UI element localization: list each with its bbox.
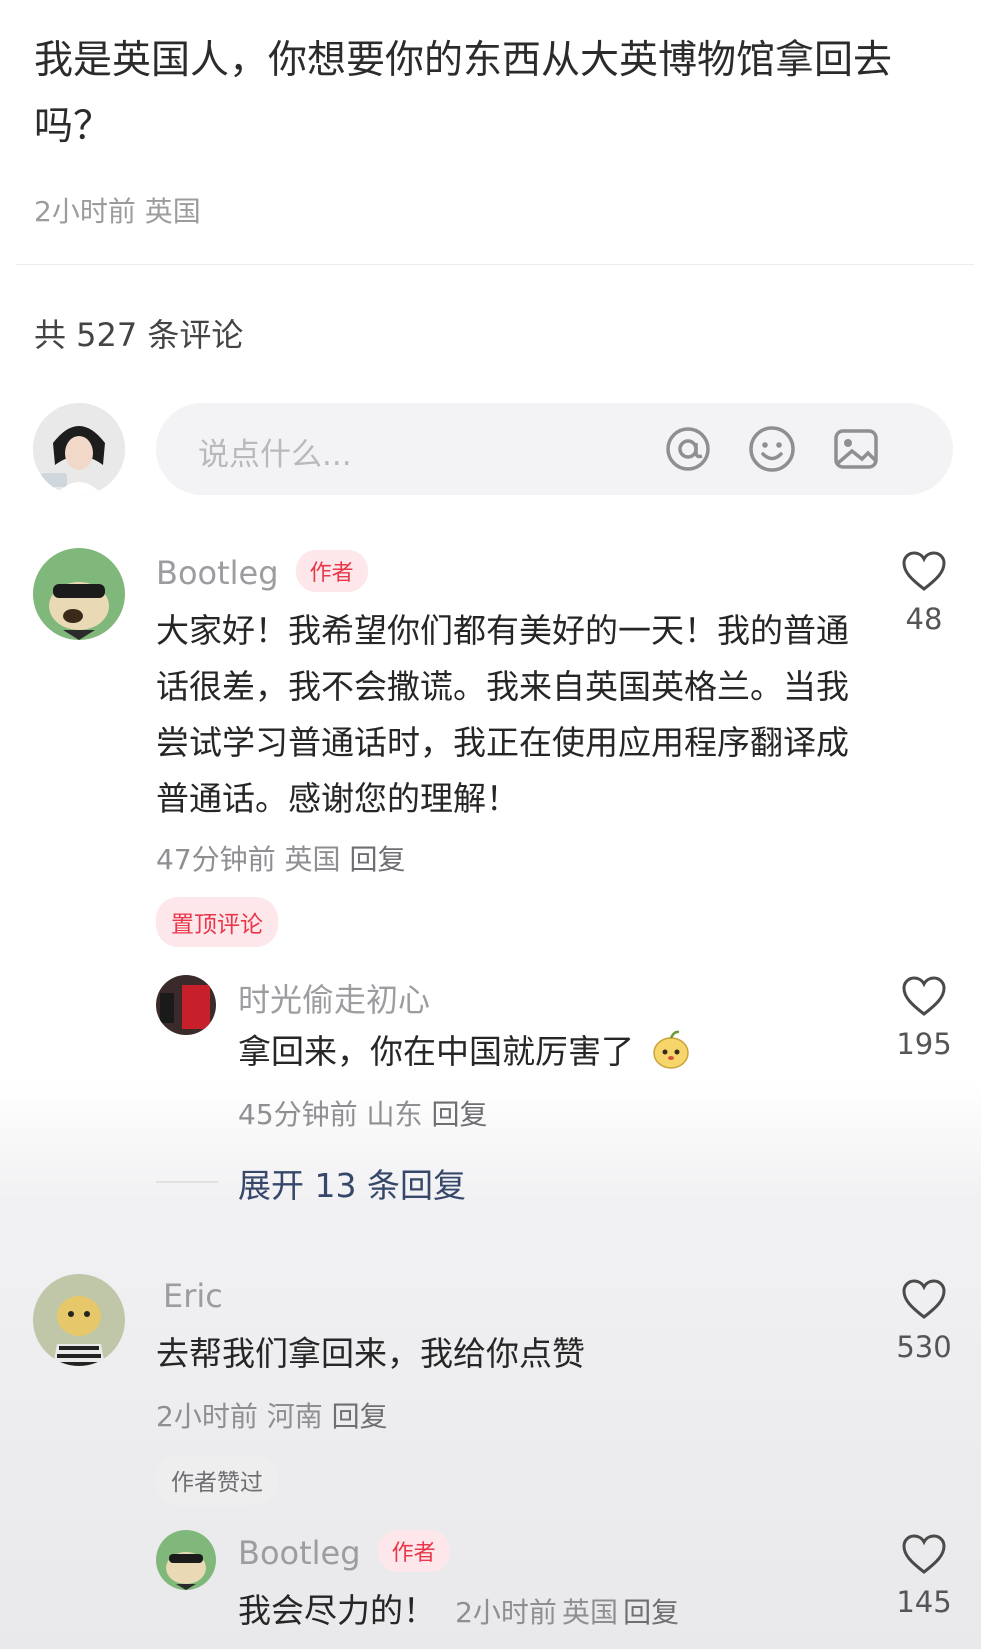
heart-icon <box>902 551 946 591</box>
comment-meta: 2小时前 河南 回复 <box>156 1395 388 1435</box>
reply-time: 45分钟前 <box>238 1098 358 1131</box>
reply-button[interactable]: 回复 <box>431 1098 487 1131</box>
reply-username[interactable]: 时光偷走初心 <box>238 975 430 1021</box>
reply-text: 我会尽力的！ <box>238 1591 436 1630</box>
comment-text: 去帮我们拿回来，我给你点赞 <box>156 1334 585 1373</box>
reply-body: 我会尽力的！ 2小时前 英国 回复 <box>238 1583 679 1639</box>
heart-icon <box>902 1279 946 1319</box>
like-count: 48 <box>905 602 943 636</box>
post-text: 我是英国人，你想要你的东西从大英博物馆拿回去吗？ <box>34 38 893 149</box>
author-liked-tag: 作者赞过 <box>156 1455 278 1505</box>
comment-placeholder: 说点什么... <box>198 437 352 473</box>
pear-emoji-icon <box>649 1027 693 1088</box>
reply-header: Bootleg 作者 <box>238 1530 450 1572</box>
my-avatar[interactable] <box>33 403 125 495</box>
like-button[interactable]: 48 <box>884 550 964 636</box>
author-badge: 作者 <box>295 550 368 592</box>
like-count: 145 <box>896 1585 952 1619</box>
post-time: 2小时前 <box>34 195 136 228</box>
at-icon[interactable] <box>662 423 714 475</box>
like-button[interactable]: 195 <box>884 975 964 1061</box>
reply-button[interactable]: 回复 <box>349 843 405 876</box>
expand-divider <box>156 1181 218 1183</box>
expand-replies-button[interactable]: 展开 13 条回复 <box>238 1159 466 1207</box>
comment-username[interactable]: Eric <box>163 1277 223 1315</box>
reply-username[interactable]: Bootleg <box>238 1534 361 1572</box>
reply-meta: 45分钟前 山东 回复 <box>238 1093 487 1133</box>
like-button[interactable]: 145 <box>884 1533 964 1619</box>
smiley-icon[interactable] <box>746 423 798 475</box>
comment-input[interactable]: 说点什么... <box>156 403 953 495</box>
like-count: 195 <box>896 1027 952 1061</box>
like-button[interactable]: 530 <box>884 1278 964 1364</box>
reply-button[interactable]: 回复 <box>623 1596 679 1629</box>
post-meta: 2小时前 英国 <box>34 190 201 230</box>
image-icon[interactable] <box>830 423 882 475</box>
reply-text: 拿回来，你在中国就厉害了 <box>238 1024 693 1088</box>
avatar-reply-user[interactable] <box>156 975 216 1035</box>
comment-time: 2小时前 <box>156 1400 258 1433</box>
like-count: 530 <box>896 1330 952 1364</box>
avatar-bootleg[interactable] <box>33 548 125 640</box>
pinned-tag: 置顶评论 <box>156 897 278 947</box>
reply-time: 2小时前 <box>455 1596 557 1629</box>
comment-text: 大家好！我希望你们都有美好的一天！我的普通话很差，我不会撒谎。我来自英国英格兰。… <box>156 611 849 818</box>
heart-icon <box>902 976 946 1016</box>
comment-username[interactable]: Bootleg <box>156 554 279 592</box>
comment-count: 共 527 条评论 <box>34 316 244 354</box>
comment-location: 河南 <box>266 1400 323 1433</box>
author-badge: 作者 <box>377 1530 450 1572</box>
reply-location: 英国 <box>562 1596 619 1629</box>
avatar-eric[interactable] <box>33 1274 125 1366</box>
post-location: 英国 <box>144 195 201 228</box>
heart-icon <box>902 1534 946 1574</box>
comment-time: 47分钟前 <box>156 843 276 876</box>
reply-button[interactable]: 回复 <box>332 1400 388 1433</box>
avatar-bootleg[interactable] <box>156 1530 216 1590</box>
comment-header: Bootleg 作者 <box>156 550 368 592</box>
comment-meta: 47分钟前 英国 回复 <box>156 838 405 878</box>
divider <box>16 264 974 265</box>
comment-location: 英国 <box>284 843 341 876</box>
reply-location: 山东 <box>366 1098 423 1131</box>
